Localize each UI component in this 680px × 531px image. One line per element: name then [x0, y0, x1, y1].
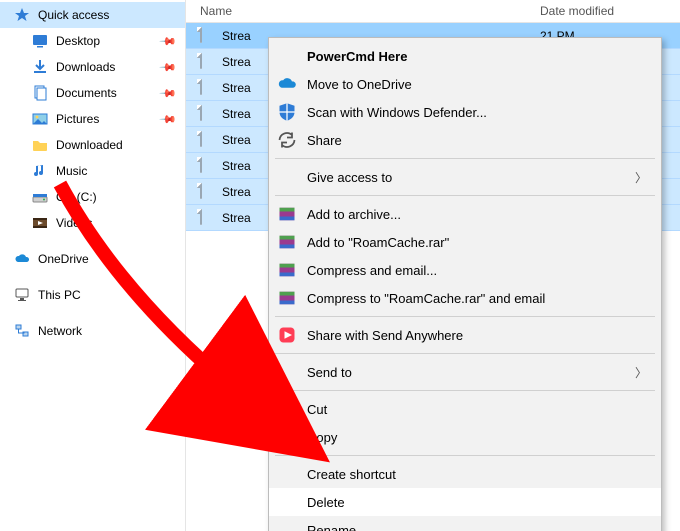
- sidebar-item-label: Videos: [56, 216, 92, 230]
- menu-item-move-onedrive[interactable]: Move to OneDrive: [269, 70, 661, 98]
- sidebar-network[interactable]: Network: [0, 318, 185, 344]
- sidebar-item-label: Documents: [56, 86, 117, 100]
- file-icon: [200, 54, 216, 70]
- defender-icon: [277, 102, 297, 122]
- sidebar-label: Quick access: [38, 8, 109, 22]
- blank-icon: [277, 46, 297, 66]
- pin-icon: 📌: [159, 32, 178, 51]
- menu-item-compress-email[interactable]: Compress and email...: [269, 256, 661, 284]
- menu-item-defender[interactable]: Scan with Windows Defender...: [269, 98, 661, 126]
- context-menu: PowerCmd Here Move to OneDrive Scan with…: [268, 37, 662, 531]
- sidebar-item-desktop[interactable]: Desktop 📌: [0, 28, 185, 54]
- sidebar-item-downloaded[interactable]: Downloaded: [0, 132, 185, 158]
- menu-item-send-to[interactable]: Send to 〉: [269, 358, 661, 386]
- column-headers[interactable]: Name Date modified: [186, 0, 680, 23]
- pin-icon: 📌: [159, 58, 178, 77]
- menu-item-add-archive[interactable]: Add to archive...: [269, 200, 661, 228]
- pc-icon: [14, 287, 30, 303]
- videos-icon: [32, 215, 48, 231]
- menu-item-powercmd[interactable]: PowerCmd Here: [269, 42, 661, 70]
- sidebar-item-label: Music: [56, 164, 87, 178]
- sidebar-item-os-c[interactable]: OS (C:): [0, 184, 185, 210]
- file-icon: [200, 184, 216, 200]
- menu-item-share[interactable]: Share: [269, 126, 661, 154]
- music-icon: [32, 163, 48, 179]
- sidebar-quick-access[interactable]: Quick access: [0, 2, 185, 28]
- onedrive-icon: [14, 251, 30, 267]
- sidebar-item-music[interactable]: Music: [0, 158, 185, 184]
- network-icon: [14, 323, 30, 339]
- sidebar-item-documents[interactable]: Documents 📌: [0, 80, 185, 106]
- menu-item-send-anywhere[interactable]: Share with Send Anywhere: [269, 321, 661, 349]
- downloads-icon: [32, 59, 48, 75]
- menu-separator: [275, 195, 655, 196]
- file-icon: [200, 106, 216, 122]
- drive-icon: [32, 189, 48, 205]
- menu-separator: [275, 455, 655, 456]
- menu-item-compress-roamcache[interactable]: Compress to "RoamCache.rar" and email: [269, 284, 661, 312]
- sidebar-item-label: Downloaded: [56, 138, 123, 152]
- menu-item-cut[interactable]: Cut: [269, 395, 661, 423]
- pin-icon: 📌: [159, 84, 178, 103]
- column-date[interactable]: Date modified: [540, 4, 680, 18]
- file-icon: [200, 80, 216, 96]
- sidebar-label: This PC: [38, 288, 81, 302]
- menu-item-rename[interactable]: Rename: [269, 516, 661, 531]
- menu-separator: [275, 390, 655, 391]
- pictures-icon: [32, 111, 48, 127]
- chevron-right-icon: 〉: [635, 364, 647, 381]
- winrar-icon: [277, 204, 297, 224]
- sidebar-item-label: Downloads: [56, 60, 115, 74]
- menu-item-create-shortcut[interactable]: Create shortcut: [269, 460, 661, 488]
- navigation-pane: Quick access Desktop 📌 Downloads 📌 Docum…: [0, 0, 186, 531]
- menu-separator: [275, 353, 655, 354]
- file-icon: [200, 210, 216, 226]
- sidebar-item-videos[interactable]: Videos: [0, 210, 185, 236]
- sidebar-item-label: Desktop: [56, 34, 100, 48]
- chevron-right-icon: 〉: [635, 169, 647, 186]
- sidebar-label: OneDrive: [38, 252, 89, 266]
- pin-icon: 📌: [159, 110, 178, 129]
- share-icon: [277, 130, 297, 150]
- documents-icon: [32, 85, 48, 101]
- sidebar-onedrive[interactable]: OneDrive: [0, 246, 185, 272]
- sidebar-this-pc[interactable]: This PC: [0, 282, 185, 308]
- menu-item-give-access[interactable]: Give access to 〉: [269, 163, 661, 191]
- file-icon: [200, 132, 216, 148]
- winrar-icon: [277, 260, 297, 280]
- star-icon: [14, 7, 30, 23]
- menu-item-copy[interactable]: Copy: [269, 423, 661, 451]
- send-anywhere-icon: [277, 325, 297, 345]
- menu-separator: [275, 158, 655, 159]
- column-name[interactable]: Name: [200, 4, 540, 18]
- menu-separator: [275, 316, 655, 317]
- sidebar-item-pictures[interactable]: Pictures 📌: [0, 106, 185, 132]
- folder-icon: [32, 137, 48, 153]
- sidebar-label: Network: [38, 324, 82, 338]
- sidebar-item-label: OS (C:): [56, 190, 97, 204]
- desktop-icon: [32, 33, 48, 49]
- menu-item-add-roamcache[interactable]: Add to "RoamCache.rar": [269, 228, 661, 256]
- file-icon: [200, 158, 216, 174]
- menu-item-delete[interactable]: Delete: [269, 488, 661, 516]
- sidebar-item-downloads[interactable]: Downloads 📌: [0, 54, 185, 80]
- onedrive-icon: [277, 74, 297, 94]
- winrar-icon: [277, 232, 297, 252]
- sidebar-item-label: Pictures: [56, 112, 99, 126]
- file-icon: [200, 28, 216, 44]
- winrar-icon: [277, 288, 297, 308]
